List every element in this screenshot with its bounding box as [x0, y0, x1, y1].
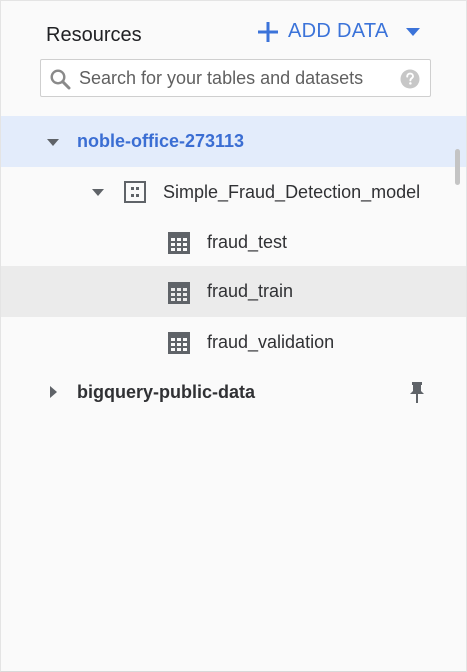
search-input[interactable]: Search for your tables and datasets	[79, 68, 363, 89]
collapse-arrow-icon[interactable]	[50, 386, 58, 398]
table-icon	[168, 232, 190, 254]
table-icon	[168, 282, 190, 304]
table-name: fraud_test	[207, 232, 288, 252]
scrollbar-thumb[interactable]	[455, 149, 460, 185]
plus-icon	[258, 21, 278, 42]
dataset-name: Simple_Fraud_Detection_model	[163, 182, 421, 202]
panel-header: Resources ADD DATA	[1, 1, 466, 57]
tree-item-project[interactable]: noble-office-273113	[1, 116, 466, 167]
add-data-button[interactable]: ADD DATA	[257, 20, 421, 43]
search-icon	[50, 69, 71, 90]
add-data-label: ADD DATA	[288, 20, 389, 42]
table-icon	[168, 332, 190, 354]
expand-arrow-icon[interactable]	[47, 139, 59, 147]
expand-arrow-icon[interactable]	[92, 189, 104, 197]
dropdown-caret-icon[interactable]	[405, 26, 421, 38]
tree-item-dataset[interactable]: Simple_Fraud_Detection_model	[1, 167, 466, 218]
table-name: fraud_train	[207, 281, 294, 301]
dataset-icon	[124, 181, 146, 203]
help-icon[interactable]	[400, 69, 420, 89]
project-name: noble-office-273113	[77, 131, 245, 151]
tree-item-pinned-project[interactable]: bigquery-public-data	[1, 367, 466, 418]
tree-item-table[interactable]: fraud_test	[1, 217, 466, 268]
tree-item-table[interactable]: fraud_train	[1, 266, 466, 317]
panel-title: Resources	[46, 24, 142, 46]
table-name: fraud_validation	[207, 332, 335, 352]
tree-item-table[interactable]: fraud_validation	[1, 317, 466, 368]
resources-panel: Resources ADD DATA Search for your table…	[0, 0, 467, 672]
pinned-project-name: bigquery-public-data	[77, 382, 256, 402]
pin-icon[interactable]	[407, 381, 427, 405]
search-box[interactable]: Search for your tables and datasets	[40, 59, 431, 97]
